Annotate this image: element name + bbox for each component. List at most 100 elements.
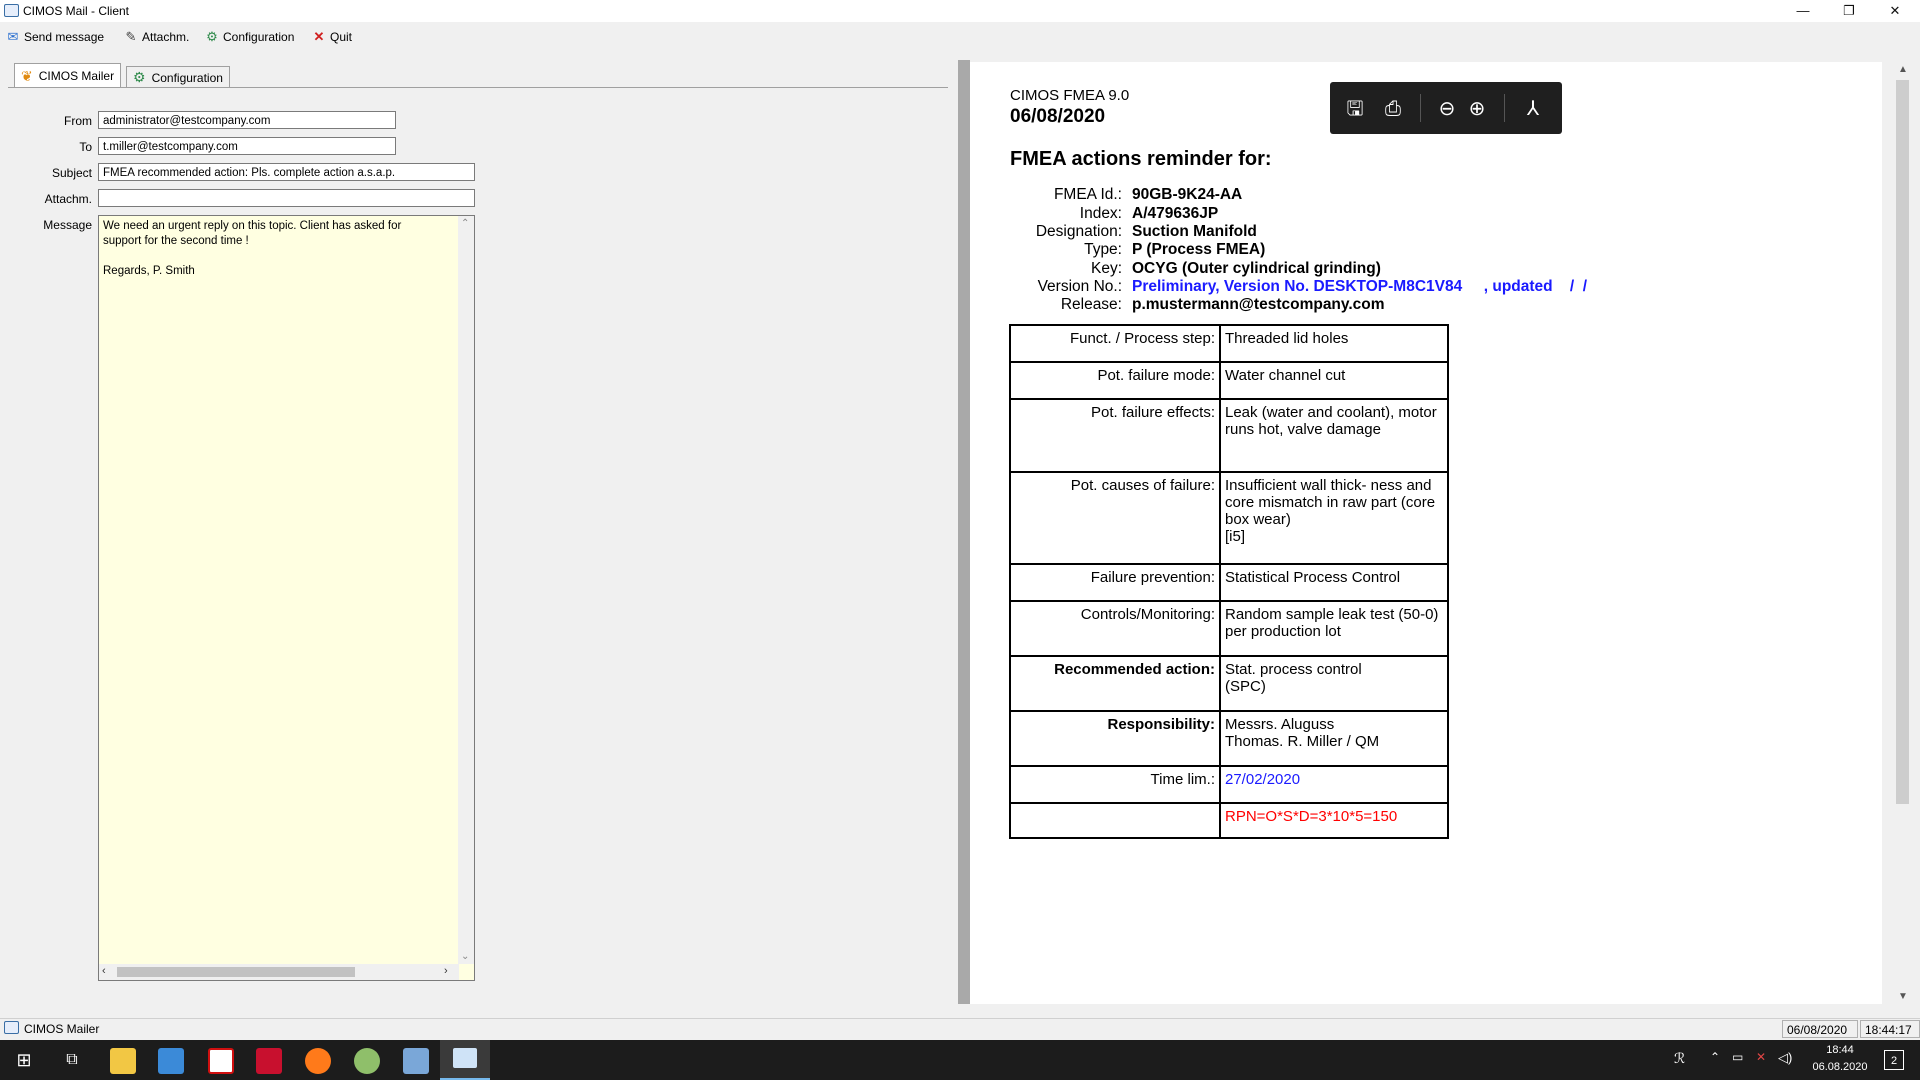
battery-icon[interactable]: ▭ bbox=[1732, 1050, 1743, 1064]
zoom-in-icon[interactable]: ⊕ bbox=[1464, 96, 1490, 122]
volume-icon[interactable]: ◁) bbox=[1778, 1050, 1792, 1066]
paint-icon[interactable] bbox=[354, 1048, 380, 1074]
configuration-button[interactable]: ⚙ Configuration bbox=[205, 29, 294, 45]
print-icon[interactable]: ⎙ bbox=[1380, 96, 1406, 122]
attachment-button[interactable]: ✎ Attachm. bbox=[124, 29, 190, 45]
table-row: Pot. failure mode: Water channel cut bbox=[1009, 361, 1449, 400]
cimos-logo-icon: ❦ bbox=[21, 67, 33, 84]
tab-cimos-mailer[interactable]: ❦ CIMOS Mailer bbox=[14, 63, 122, 88]
minimize-button[interactable]: — bbox=[1780, 0, 1826, 22]
field-label-release: Release: bbox=[1060, 296, 1122, 313]
people-icon[interactable]: ℛ bbox=[1674, 1050, 1685, 1067]
row-value: Messrs. Aluguss Thomas. R. Miller / QM bbox=[1219, 710, 1449, 767]
doc-heading: FMEA actions reminder for: bbox=[1010, 148, 1272, 170]
field-value-release: p.mustermann@testcompany.com bbox=[1132, 296, 1385, 313]
doc-product: CIMOS FMEA 9.0 bbox=[1010, 87, 1130, 104]
to-field[interactable]: t.miller@testcompany.com bbox=[98, 137, 396, 155]
scroll-left-icon[interactable]: ‹ bbox=[102, 965, 106, 977]
field-label-key: Key: bbox=[1090, 260, 1122, 277]
doc-scroll-up-icon[interactable]: ▲ bbox=[1898, 64, 1908, 75]
table-row: Funct. / Process step: Threaded lid hole… bbox=[1009, 324, 1449, 363]
document-toolbar: 🖫 ⎙ ⊖ ⊕ ⅄ bbox=[1330, 82, 1562, 134]
field-value-designation: Suction Manifold bbox=[1132, 223, 1257, 240]
scroll-right-icon[interactable]: › bbox=[444, 965, 448, 977]
quit-x-icon: ✕ bbox=[313, 29, 325, 44]
tab-configuration-label: Configuration bbox=[151, 70, 223, 85]
doc-scroll-down-icon[interactable]: ▼ bbox=[1898, 991, 1908, 1002]
tab-divider bbox=[8, 87, 948, 88]
app-mail-icon bbox=[4, 4, 19, 17]
antivirus-icon[interactable] bbox=[208, 1048, 234, 1074]
acrobat-icon[interactable] bbox=[256, 1048, 282, 1074]
message-label: Message bbox=[43, 218, 92, 232]
row-label: Pot. causes of failure: bbox=[1009, 471, 1221, 565]
row-value: Random sample leak test (50-0) per produ… bbox=[1219, 600, 1449, 657]
field-label-index: Index: bbox=[1079, 205, 1122, 222]
scroll-down-icon[interactable]: ⌄ bbox=[461, 951, 469, 962]
field-value-version: Preliminary, Version No. DESKTOP-M8C1V84… bbox=[1132, 278, 1588, 295]
send-message-button[interactable]: ✉ Send message bbox=[6, 29, 105, 45]
attachment-field[interactable] bbox=[98, 189, 475, 207]
window-title: CIMOS Mail - Client bbox=[23, 4, 130, 18]
title-bar: CIMOS Mail - Client — ❐ ✕ bbox=[0, 0, 1920, 22]
pdf-export-icon[interactable]: ⅄ bbox=[1520, 96, 1546, 122]
notepad-icon[interactable] bbox=[403, 1048, 429, 1074]
row-label bbox=[1009, 802, 1221, 839]
row-value: Stat. process control (SPC) bbox=[1219, 655, 1449, 712]
zoom-out-icon[interactable]: ⊖ bbox=[1434, 96, 1460, 122]
quit-button[interactable]: ✕ Quit bbox=[312, 29, 352, 45]
file-explorer-icon[interactable] bbox=[110, 1048, 136, 1074]
message-vertical-scrollbar[interactable]: ⌃ ⌄ bbox=[458, 216, 474, 964]
horizontal-scroll-thumb[interactable] bbox=[117, 967, 355, 977]
from-field[interactable]: administrator@testcompany.com bbox=[98, 111, 396, 129]
document-vertical-scrollbar[interactable]: ▲ ▼ bbox=[1894, 62, 1911, 1004]
row-value: Threaded lid holes bbox=[1219, 324, 1449, 363]
table-row: Recommended action: Stat. process contro… bbox=[1009, 655, 1449, 712]
notification-center-icon[interactable]: 2 bbox=[1884, 1050, 1904, 1070]
tab-cimos-mailer-label: CIMOS Mailer bbox=[38, 69, 115, 83]
windows-start-icon[interactable]: ⊞ bbox=[14, 1050, 34, 1070]
toolbar: ✉ Send message ✎ Attachm. ⚙ Configuratio… bbox=[0, 22, 1920, 52]
task-view-icon[interactable]: ⧉ bbox=[62, 1050, 82, 1070]
status-app-icon bbox=[4, 1021, 19, 1034]
taskbar bbox=[0, 1040, 1920, 1080]
doc-scroll-thumb[interactable] bbox=[1896, 80, 1909, 804]
configuration-label: Configuration bbox=[223, 30, 295, 44]
control-panel-icon[interactable] bbox=[158, 1048, 184, 1074]
pane-splitter[interactable] bbox=[958, 60, 970, 1004]
table-row: RPN=O*S*D=3*10*5=150 bbox=[1009, 802, 1449, 839]
taskbar-clock-time[interactable]: 18:44 bbox=[1810, 1044, 1870, 1056]
status-app-label: CIMOS Mailer bbox=[24, 1022, 100, 1036]
row-value: Statistical Process Control bbox=[1219, 563, 1449, 602]
attachment-label: Attachm. bbox=[142, 30, 190, 44]
message-textarea[interactable]: We need an urgent reply on this topic. C… bbox=[98, 215, 475, 981]
cimos-mail-taskbar-button[interactable] bbox=[440, 1040, 490, 1080]
configuration-icon: ⚙ bbox=[206, 29, 218, 44]
tab-configuration[interactable]: ⚙ Configuration bbox=[126, 66, 230, 88]
paperclip-icon: ✎ bbox=[125, 29, 137, 44]
scroll-up-icon[interactable]: ⌃ bbox=[461, 218, 469, 229]
row-label: Controls/Monitoring: bbox=[1009, 600, 1221, 657]
subject-field[interactable]: FMEA recommended action: Pls. complete a… bbox=[98, 163, 475, 181]
row-value: Water channel cut bbox=[1219, 361, 1449, 400]
status-date: 06/08/2020 bbox=[1782, 1020, 1858, 1038]
row-value: Leak (water and coolant), motor runs hot… bbox=[1219, 398, 1449, 473]
close-button[interactable]: ✕ bbox=[1872, 0, 1918, 22]
row-label: Time lim.: bbox=[1009, 765, 1221, 804]
from-label: From bbox=[64, 114, 92, 128]
field-value-type: P (Process FMEA) bbox=[1132, 241, 1266, 258]
network-icon[interactable]: ✕ bbox=[1756, 1050, 1766, 1064]
rpn-value: RPN=O*S*D=3*10*5=150 bbox=[1219, 802, 1449, 839]
row-label: Pot. failure mode: bbox=[1009, 361, 1221, 400]
row-label: Failure prevention: bbox=[1009, 563, 1221, 602]
show-hidden-icons[interactable]: ⌃ bbox=[1710, 1050, 1720, 1064]
restore-button[interactable]: ❐ bbox=[1826, 0, 1872, 22]
send-message-label: Send message bbox=[24, 30, 105, 44]
field-value-key: OCYG (Outer cylindrical grinding) bbox=[1132, 260, 1381, 277]
save-icon[interactable]: 🖫 bbox=[1342, 96, 1368, 122]
firefox-icon[interactable] bbox=[305, 1048, 331, 1074]
subject-label: Subject bbox=[51, 166, 92, 180]
notification-count: 2 bbox=[1890, 1055, 1898, 1067]
message-horizontal-scrollbar[interactable]: ‹ › bbox=[99, 964, 459, 980]
taskbar-clock-date[interactable]: 06.08.2020 bbox=[1810, 1061, 1870, 1073]
